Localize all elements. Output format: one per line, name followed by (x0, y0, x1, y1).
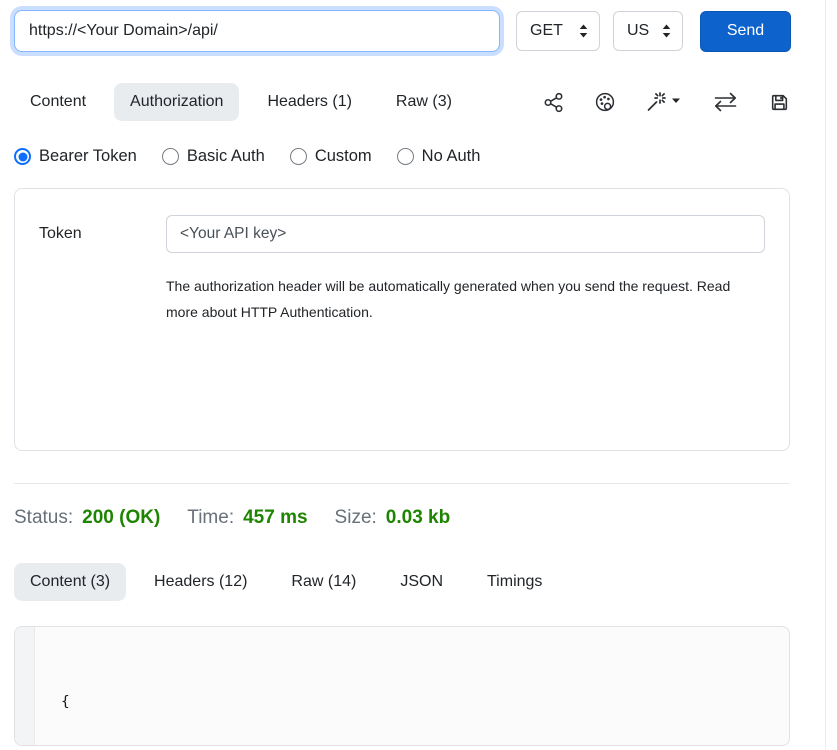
response-tabs: Content (3) Headers (12) Raw (14) JSON T… (14, 563, 804, 601)
request-bar: GET US Send (14, 0, 804, 52)
send-button[interactable]: Send (700, 11, 791, 52)
status-label: Status: (14, 507, 73, 529)
share-nodes-icon[interactable] (543, 92, 564, 113)
radio-circle (14, 148, 31, 165)
region-select[interactable]: US (613, 11, 683, 51)
token-help-text: The authorization header will be automat… (166, 274, 751, 326)
token-label: Token (39, 225, 166, 243)
radio-label: No Auth (422, 147, 481, 166)
token-panel: Token The authorization header will be a… (14, 188, 790, 451)
radio-bearer-token[interactable]: Bearer Token (14, 147, 137, 166)
time-label: Time: (187, 507, 234, 529)
radio-basic-auth[interactable]: Basic Auth (162, 147, 265, 166)
radio-circle (162, 148, 179, 165)
size-label: Size: (335, 507, 377, 529)
radio-label: Custom (315, 147, 372, 166)
save-icon[interactable] (769, 92, 790, 113)
tab-content[interactable]: Content (14, 83, 102, 121)
palette-icon[interactable] (594, 91, 616, 113)
url-input[interactable] (14, 10, 500, 52)
request-tabs: Content Authorization Headers (1) Raw (3… (14, 83, 804, 121)
swap-arrows-icon[interactable] (712, 92, 739, 112)
radio-custom[interactable]: Custom (290, 147, 372, 166)
page-right-border (825, 0, 826, 750)
json-open-brace: { (61, 694, 70, 710)
tab-response-timings[interactable]: Timings (471, 563, 558, 601)
tab-raw[interactable]: Raw (3) (380, 83, 468, 121)
code-gutter (15, 627, 35, 745)
time-value: 457 ms (243, 507, 307, 529)
method-select-value: GET (530, 22, 563, 40)
radio-circle (397, 148, 414, 165)
radio-label: Bearer Token (39, 147, 137, 166)
api-client-page: GET US Send Content Authorization Header… (0, 0, 837, 750)
tab-response-json[interactable]: JSON (384, 563, 459, 601)
updown-arrows-icon (578, 23, 589, 39)
magic-wand-icon[interactable] (646, 91, 682, 113)
response-status-row: Status: 200 (OK) Time: 457 ms Size: 0.03… (14, 507, 804, 529)
token-input[interactable] (166, 215, 765, 253)
toolbar-actions (543, 91, 804, 113)
response-body-viewer: { "message": "API running." } (14, 626, 790, 746)
radio-no-auth[interactable]: No Auth (397, 147, 481, 166)
tab-authorization[interactable]: Authorization (114, 83, 239, 121)
method-select[interactable]: GET (516, 11, 600, 51)
status-value: 200 (OK) (82, 507, 160, 529)
tab-response-content[interactable]: Content (3) (14, 563, 126, 601)
region-select-value: US (627, 22, 649, 40)
section-divider (14, 483, 790, 484)
size-value: 0.03 kb (386, 507, 450, 529)
auth-type-options: Bearer Token Basic Auth Custom No Auth (14, 147, 804, 166)
tab-response-raw[interactable]: Raw (14) (275, 563, 372, 601)
radio-circle (290, 148, 307, 165)
response-json-body: { "message": "API running." } (35, 627, 324, 745)
radio-label: Basic Auth (187, 147, 265, 166)
tab-response-headers[interactable]: Headers (12) (138, 563, 263, 601)
updown-arrows-icon (661, 23, 672, 39)
tab-headers[interactable]: Headers (1) (251, 83, 367, 121)
